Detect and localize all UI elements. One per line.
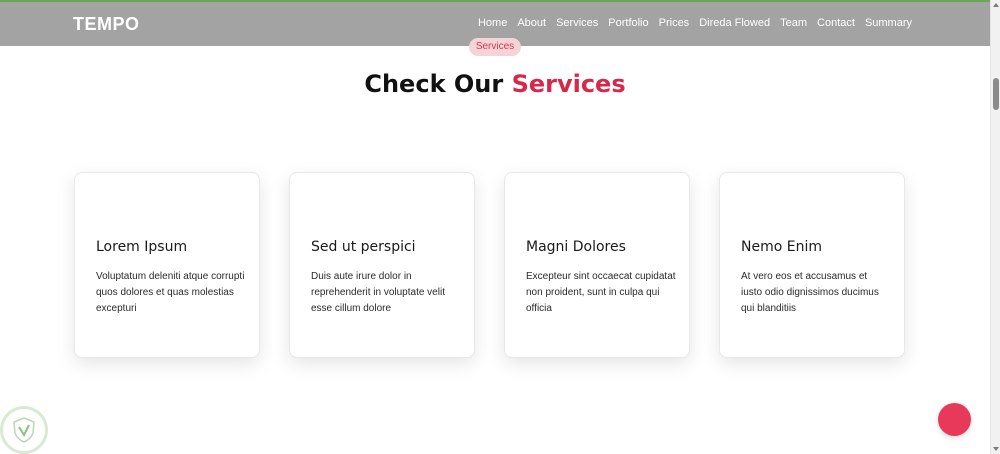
service-card-text: Excepteur sint occaecat cupidatat non pr…	[526, 271, 676, 314]
page-scrollbar[interactable]	[990, 0, 1000, 454]
service-card-text: Duis aute irure dolor in reprehenderit i…	[311, 271, 445, 314]
nav-portfolio[interactable]: Portfolio	[608, 17, 648, 29]
nav-services[interactable]: Services	[556, 17, 598, 29]
service-card-title: Magni Dolores	[526, 239, 626, 255]
nav-home[interactable]: Home	[478, 17, 507, 29]
nav-team[interactable]: Team	[780, 17, 807, 29]
scrollbar-thumb[interactable]	[993, 78, 999, 110]
nav-direda-flowed[interactable]: Direda Flowed	[699, 17, 770, 29]
service-card-title: Lorem Ipsum	[96, 239, 188, 255]
section-title-accent: Services	[511, 70, 626, 98]
main-nav: Home About Services Portfolio Prices Dir…	[468, 17, 912, 29]
service-card-title: Nemo Enim	[741, 239, 822, 255]
service-card[interactable]: Nemo Enim At vero eos et accusamus et iu…	[719, 172, 905, 358]
section-title-main: Check Our	[364, 70, 504, 98]
shield-logo-icon	[0, 406, 48, 454]
scroll-top-button[interactable]	[938, 403, 971, 436]
nav-prices[interactable]: Prices	[659, 17, 690, 29]
service-card[interactable]: Sed ut perspici Duis aute irure dolor in…	[289, 172, 475, 358]
service-card-title: Sed ut perspici	[311, 239, 416, 255]
service-card-text: Voluptatum deleniti atque corrupti quos …	[96, 271, 245, 314]
scroll-up-icon[interactable]	[993, 3, 999, 7]
nav-about[interactable]: About	[517, 17, 546, 29]
site-logo[interactable]: TEMPO	[73, 14, 140, 35]
section-badge: Services	[469, 38, 521, 56]
service-card[interactable]: Lorem Ipsum Voluptatum deleniti atque co…	[74, 172, 260, 358]
nav-contact[interactable]: Contact	[817, 17, 855, 29]
scroll-down-icon[interactable]	[993, 447, 999, 451]
section-title: Check Our Services	[0, 70, 990, 98]
nav-summary[interactable]: Summary	[865, 17, 912, 29]
service-card[interactable]: Magni Dolores Excepteur sint occaecat cu…	[504, 172, 690, 358]
service-card-text: At vero eos et accusamus et iusto odio d…	[741, 271, 879, 314]
